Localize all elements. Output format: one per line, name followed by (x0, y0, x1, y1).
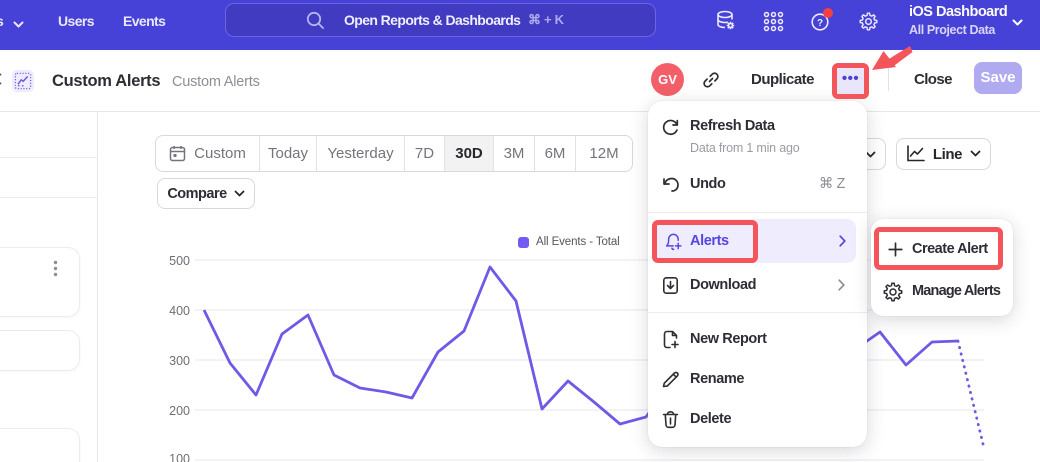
svg-text:?: ? (817, 18, 823, 29)
